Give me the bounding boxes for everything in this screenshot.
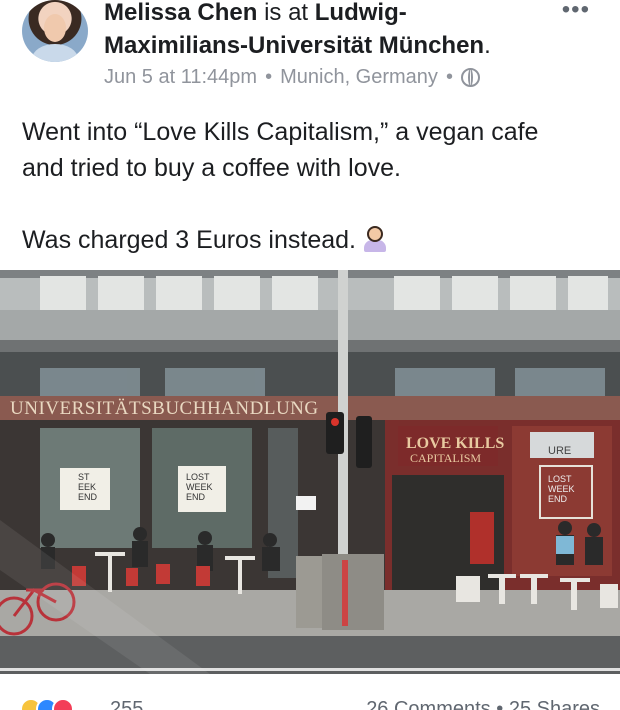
poster-mid-line: END xyxy=(186,492,206,502)
poster-right-line: WEEK xyxy=(548,484,575,494)
title-period: . xyxy=(484,32,491,59)
poster-right-line: LOST xyxy=(548,474,572,484)
comments-count[interactable]: 26 Comments xyxy=(366,698,491,710)
post-text-line: and tried to buy a coffee with love. xyxy=(22,154,401,182)
connector-text: is at xyxy=(264,0,309,26)
footer-separator: • xyxy=(496,698,504,710)
author-avatar[interactable] xyxy=(22,0,88,62)
more-options-icon[interactable]: ••• xyxy=(562,0,590,22)
meta-separator: • xyxy=(265,66,273,88)
globe-icon[interactable] xyxy=(460,68,480,87)
store-sign-text: UNIVERSITÄTSBUCHHANDLUNG xyxy=(10,398,319,419)
post-title: Melissa Chen is at Ludwig-Maximilians-Un… xyxy=(104,0,544,62)
love-icon xyxy=(52,698,74,710)
meta-separator-2: • xyxy=(445,66,453,88)
post-date[interactable]: Jun 5 at 11:44pm xyxy=(104,66,257,89)
poster-mid-line: WEEK xyxy=(186,482,213,492)
shares-count[interactable]: 25 Shares xyxy=(509,698,600,710)
poster-right-line: END xyxy=(548,494,568,504)
post-location[interactable]: Munich, Germany xyxy=(280,66,438,89)
post-text-line: Went into “Love Kills Capitalism,” a veg… xyxy=(22,118,539,146)
poster-left-line: ST xyxy=(78,472,90,482)
woman-tipping-hand-emoji-icon xyxy=(362,224,388,252)
post-body: Went into “Love Kills Capitalism,” a veg… xyxy=(22,114,602,258)
cafe-sign-line1: LOVE KILLS xyxy=(406,435,504,452)
post-meta: Jun 5 at 11:44pm • Munich, Germany • xyxy=(104,66,480,89)
author-name[interactable]: Melissa Chen xyxy=(104,0,257,26)
cafe-sign-line2: CAPITALISM xyxy=(410,451,481,465)
comments-shares[interactable]: 26 Comments • 25 Shares xyxy=(366,698,600,710)
post-photo[interactable]: UNIVERSITÄTSBUCHHANDLUNG ST EEK END LOST… xyxy=(0,270,620,674)
window-right-text: URE xyxy=(548,445,571,457)
storefront-photo: UNIVERSITÄTSBUCHHANDLUNG ST EEK END LOST… xyxy=(0,270,620,674)
post-text-line: Was charged 3 Euros instead. xyxy=(22,222,602,258)
post-header: Melissa Chen is at Ludwig-Maximilians-Un… xyxy=(0,0,620,100)
poster-mid-line: LOST xyxy=(186,472,210,482)
poster-left-line: EEK xyxy=(78,482,96,492)
reaction-icons[interactable] xyxy=(20,698,74,710)
poster-left-line: END xyxy=(78,492,98,502)
post-text-final: Was charged 3 Euros instead. xyxy=(22,226,356,254)
reaction-count[interactable]: 255 xyxy=(110,698,143,710)
post-footer: 255 26 Comments • 25 Shares xyxy=(0,694,620,710)
